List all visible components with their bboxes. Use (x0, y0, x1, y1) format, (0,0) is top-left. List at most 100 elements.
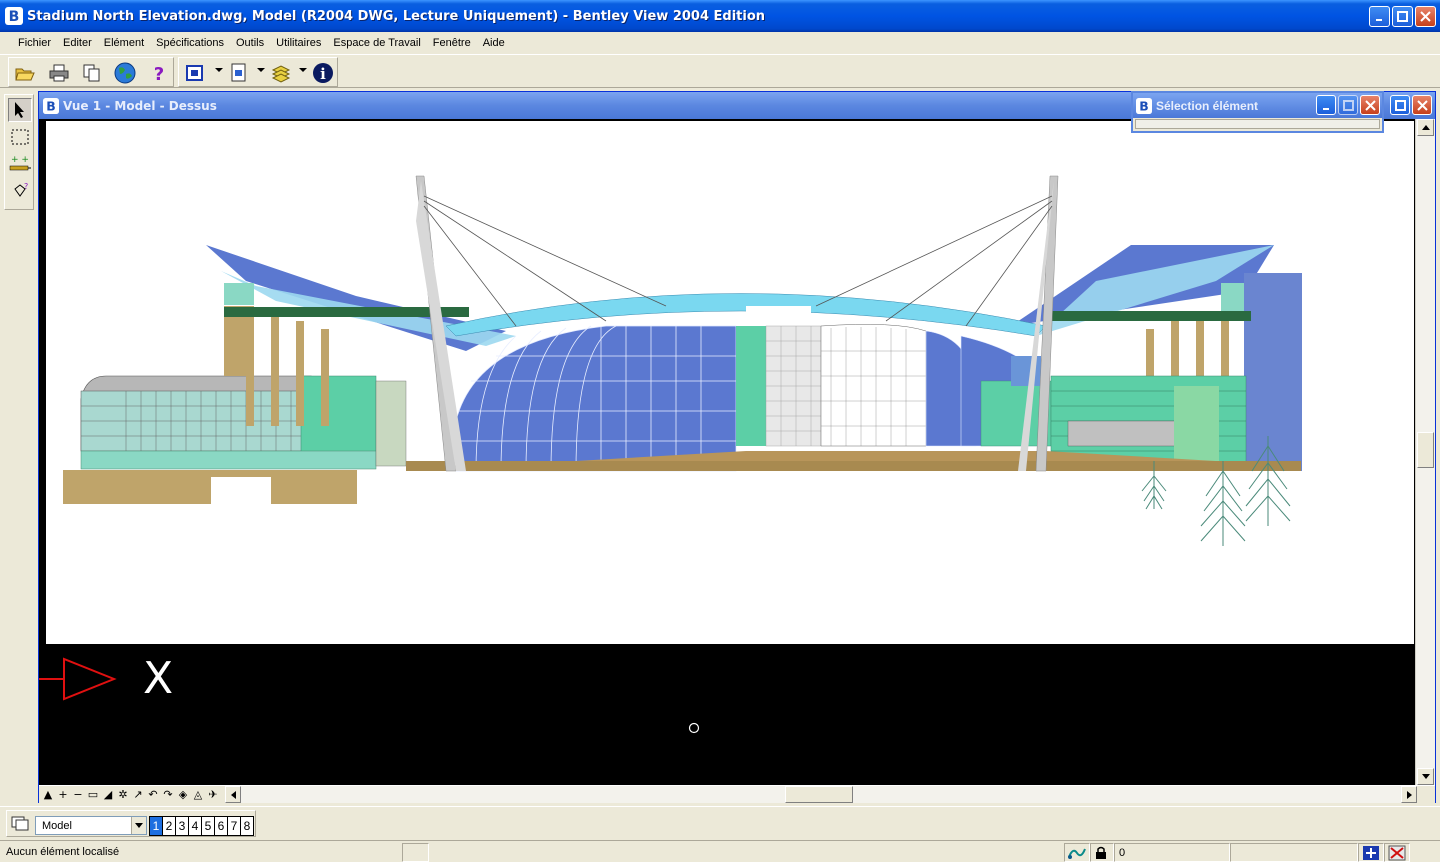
view-button-6[interactable]: 6 (214, 816, 228, 836)
lock-status-cell[interactable] (1090, 843, 1114, 862)
info-button[interactable]: i (311, 61, 335, 85)
menu-aide[interactable]: Aide (477, 37, 511, 49)
model-select[interactable]: Model (35, 816, 147, 835)
file-modified-icon (1388, 845, 1406, 860)
dashed-rectangle-icon (11, 129, 29, 145)
print-button[interactable] (47, 61, 71, 85)
arrow-right-icon (1406, 790, 1412, 799)
view-button-2[interactable]: 2 (162, 816, 176, 836)
menu-editer[interactable]: Editer (57, 37, 98, 49)
view-button-8[interactable]: 8 (240, 816, 254, 836)
print-icon (49, 64, 69, 82)
scroll-down-button[interactable] (1417, 768, 1434, 785)
view-3d-icon[interactable]: ◈ (176, 788, 190, 802)
view-button-5[interactable]: 5 (201, 816, 215, 836)
close-icon (1420, 11, 1431, 22)
view-bottom-bar: ▲ + − ▭ ◢ ✲ ↗ ↶ ↷ ◈ ◬ ✈ (39, 785, 1435, 803)
drawing-sheet (46, 121, 1414, 644)
vertical-scrollbar[interactable] (1415, 119, 1435, 785)
cursor-circle-icon (688, 722, 700, 734)
model-select-dropdown-button[interactable] (131, 817, 146, 834)
menu-fichier[interactable]: Fichier (12, 37, 57, 49)
menu-element[interactable]: Elément (98, 37, 150, 49)
vertical-scroll-thumb[interactable] (1417, 432, 1434, 468)
copy-button[interactable] (80, 61, 104, 85)
snap-status-cell[interactable] (1064, 843, 1090, 862)
element-info-tool-button[interactable]: ? (8, 179, 32, 203)
standard-toolbar: ? (8, 57, 174, 87)
view-maximize-button[interactable] (1390, 95, 1410, 115)
selection-dialog-title-bar[interactable]: B Sélection élément (1133, 93, 1382, 118)
window-title-bar[interactable]: B Stadium North Elevation.dwg, Model (R2… (0, 0, 1440, 32)
fence-tool-button[interactable] (8, 125, 32, 149)
bentley-logo-icon: B (5, 7, 23, 25)
selection-maximize-button (1338, 95, 1358, 115)
select-tool-button[interactable] (8, 98, 32, 122)
view-button-1[interactable]: 1 (149, 816, 163, 836)
tool-palette: + + ? (4, 94, 34, 210)
model-toolbar: Model 1 2 3 4 5 6 7 8 (6, 810, 256, 837)
scroll-right-button[interactable] (1401, 786, 1417, 803)
file-modified-status-cell[interactable] (1384, 843, 1410, 862)
view-next-icon[interactable]: ↷ (161, 788, 175, 802)
menu-specifications[interactable]: Spécifications (150, 37, 230, 49)
menu-utilitaires[interactable]: Utilitaires (270, 37, 327, 49)
view-attributes-icon[interactable]: ✈ (206, 788, 220, 802)
render-icon[interactable]: ◬ (191, 788, 205, 802)
models-icon[interactable] (11, 816, 31, 832)
zoom-out-icon[interactable]: − (71, 788, 85, 802)
drawing-canvas[interactable]: X (39, 119, 1415, 785)
globe-icon (114, 62, 136, 84)
pan-view-icon[interactable]: ↗ (131, 788, 145, 802)
selection-element-dialog: B Sélection élément (1131, 91, 1384, 133)
help-button[interactable]: ? (147, 61, 171, 85)
view-dropdown-arrow[interactable] (215, 68, 223, 72)
view-close-button[interactable] (1412, 95, 1432, 115)
zoom-in-icon[interactable]: + (56, 788, 70, 802)
horizontal-scrollbar[interactable] (225, 786, 1417, 803)
svg-text:+ +: + + (11, 155, 29, 165)
rotate-view-icon[interactable]: ✲ (116, 788, 130, 802)
window-area-icon[interactable]: ▭ (86, 788, 100, 802)
menu-fenetre[interactable]: Fenêtre (427, 37, 477, 49)
selection-close-button[interactable] (1360, 95, 1380, 115)
view-number-buttons: 1 2 3 4 5 6 7 8 (149, 816, 254, 836)
levels-dropdown-arrow[interactable] (299, 68, 307, 72)
levels-icon (271, 65, 291, 83)
selection-minimize-button[interactable] (1316, 95, 1336, 115)
measure-tool-button[interactable]: + + (8, 152, 32, 176)
minimize-button[interactable] (1369, 6, 1390, 27)
reference-button[interactable] (227, 61, 251, 85)
design-file-status-cell[interactable] (1358, 843, 1384, 862)
close-button[interactable] (1415, 6, 1436, 27)
open-button[interactable] (13, 61, 37, 85)
view-control-button[interactable] (183, 61, 207, 85)
chevron-down-icon (135, 823, 143, 828)
scroll-up-button[interactable] (1417, 119, 1434, 136)
svg-text:?: ? (24, 182, 28, 191)
horizontal-scroll-thumb[interactable] (785, 786, 853, 803)
maximize-icon (1394, 99, 1406, 111)
maximize-button[interactable] (1392, 6, 1413, 27)
scroll-left-button[interactable] (225, 786, 241, 803)
view-previous-icon[interactable]: ↶ (146, 788, 160, 802)
levels-button[interactable] (269, 61, 293, 85)
globe-button[interactable] (113, 61, 137, 85)
view-button-3[interactable]: 3 (175, 816, 189, 836)
menu-outils[interactable]: Outils (230, 37, 270, 49)
menu-espace-de-travail[interactable]: Espace de Travail (327, 37, 426, 49)
view-button-4[interactable]: 4 (188, 816, 202, 836)
fit-view-icon[interactable]: ◢ (101, 788, 115, 802)
window-title: Stadium North Elevation.dwg, Model (R200… (27, 8, 766, 24)
update-view-icon[interactable]: ▲ (41, 788, 55, 802)
svg-text:?: ? (154, 64, 164, 83)
reference-icon (231, 63, 246, 82)
central-dome-left (455, 325, 737, 472)
reference-dropdown-arrow[interactable] (257, 68, 265, 72)
view-button-7[interactable]: 7 (227, 816, 241, 836)
view-tools: ▲ + − ▭ ◢ ✲ ↗ ↶ ↷ ◈ ◬ ✈ (41, 787, 220, 803)
selection-dialog-body (1135, 119, 1380, 129)
svg-text:B: B (9, 9, 20, 25)
model-bar: Model 1 2 3 4 5 6 7 8 (0, 806, 1440, 838)
svg-text:B: B (1139, 98, 1148, 113)
